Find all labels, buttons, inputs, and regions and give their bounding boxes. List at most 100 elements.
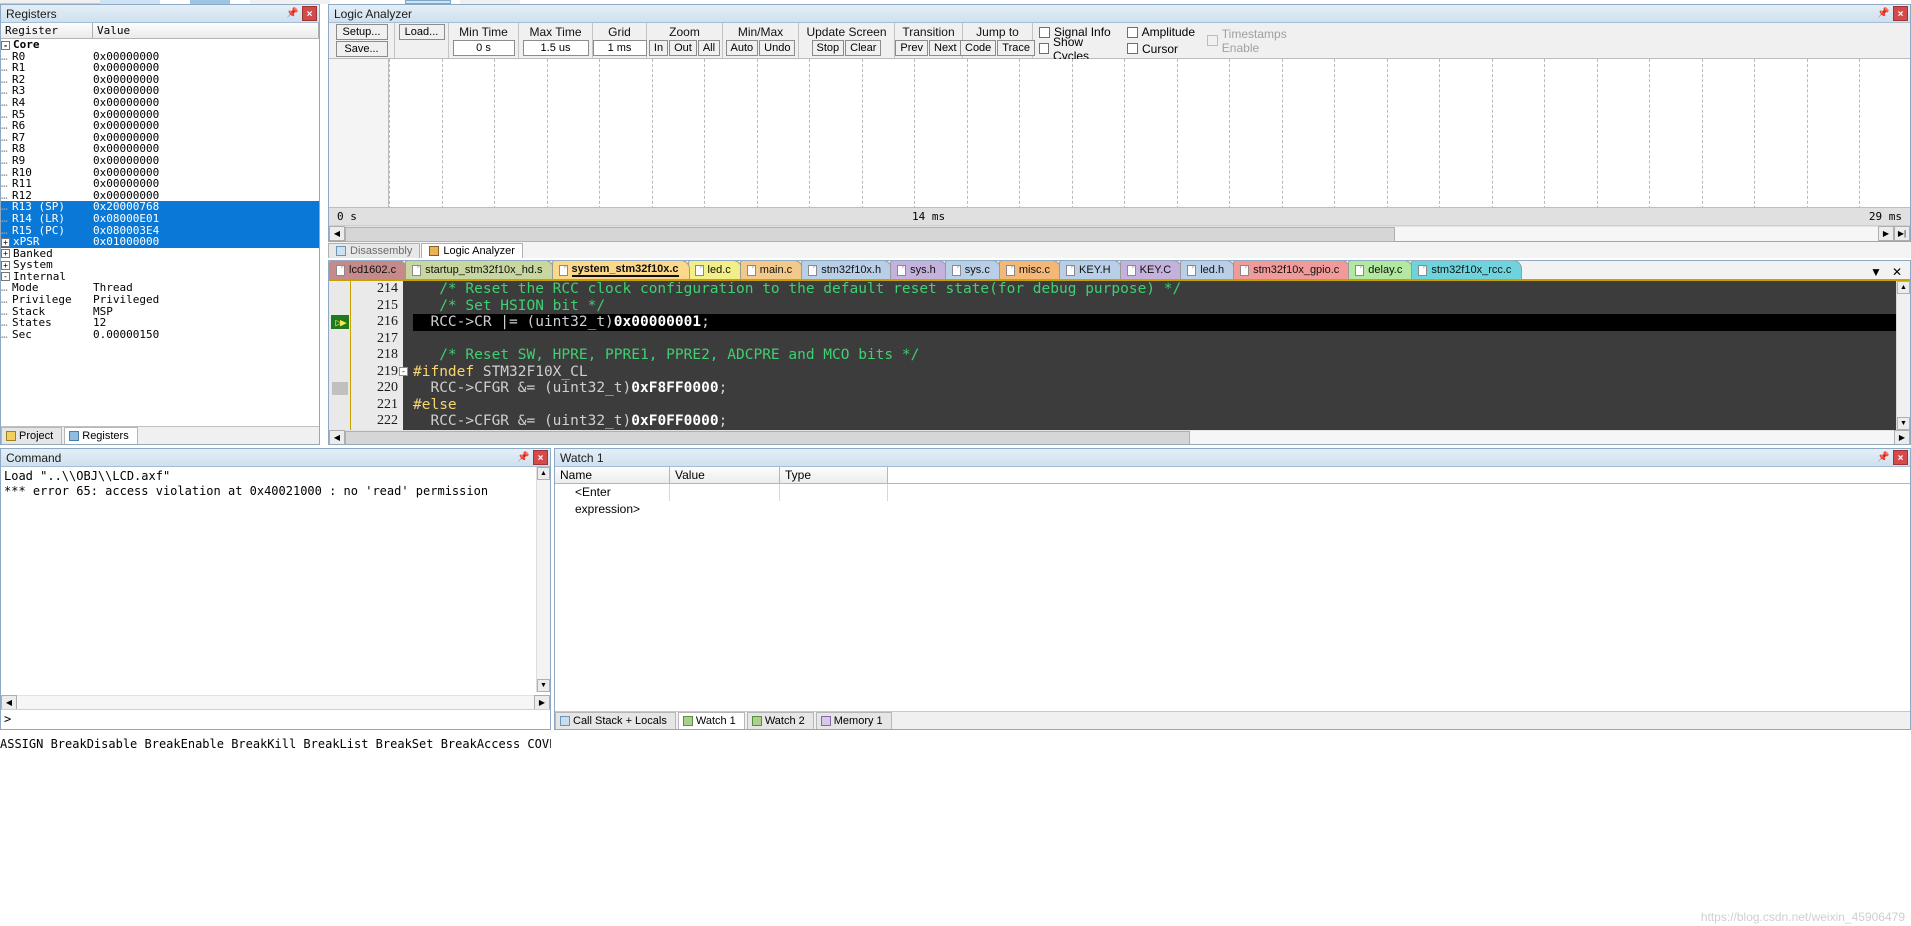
code-line[interactable]: #ifndef STM32F10X_CL — [413, 364, 1910, 381]
register-row[interactable]: … R7 0x00000000 — [1, 131, 319, 144]
register-row[interactable]: - Core — [1, 39, 319, 51]
register-row[interactable]: … R10 0x00000000 — [1, 166, 319, 179]
register-row[interactable]: … R15 (PC) 0x080003E4 — [1, 224, 319, 237]
watch-type-cell[interactable] — [780, 484, 888, 501]
file-tab-misc-c[interactable]: misc.c — [998, 261, 1062, 279]
checkbox-timestamps-enable[interactable]: Timestamps Enable — [1207, 27, 1325, 55]
expand-icon[interactable]: + — [1, 260, 10, 270]
checkbox-amplitude[interactable]: Amplitude — [1127, 25, 1195, 40]
load-button[interactable]: Load... — [398, 24, 445, 40]
command-prompt[interactable]: > — [1, 709, 550, 729]
bottom-tab-registers[interactable]: Registers — [64, 427, 138, 444]
pin-icon[interactable]: 📌 — [1876, 6, 1891, 21]
max-time-value[interactable]: 1.5 us — [522, 40, 589, 56]
bottom-tab-watch-2[interactable]: Watch 2 — [746, 712, 814, 729]
scroll-up-icon[interactable]: ▲ — [1897, 281, 1910, 294]
register-row[interactable]: … R0 0x00000000 — [1, 50, 319, 63]
file-tab-led-h[interactable]: led.h — [1180, 261, 1236, 279]
scroll-left-icon[interactable]: ◀ — [329, 430, 345, 444]
register-value[interactable]: 0.00000150 — [93, 329, 319, 341]
checkbox-show-cycles[interactable]: Show Cycles — [1039, 35, 1115, 63]
register-value[interactable]: 0x01000000 — [93, 236, 319, 248]
register-value[interactable] — [93, 259, 319, 271]
file-tab-system-stm32f10x-c[interactable]: system_stm32f10x.c — [551, 261, 690, 279]
close-icon[interactable]: × — [1893, 6, 1908, 21]
tab-close-icon[interactable]: ✕ — [1892, 265, 1902, 279]
file-tab-main-c[interactable]: main.c — [739, 261, 804, 279]
update-stop-button[interactable]: Stop — [811, 40, 845, 56]
save-button[interactable]: Save... — [335, 41, 388, 57]
register-value[interactable]: Privileged — [93, 294, 319, 306]
register-value[interactable]: 0x00000000 — [93, 155, 319, 167]
grid-value[interactable]: 1 ms — [592, 40, 647, 56]
scroll-track[interactable] — [17, 695, 534, 710]
register-row[interactable]: … R4 0x00000000 — [1, 97, 319, 109]
tab-disassembly[interactable]: Disassembly — [328, 243, 421, 258]
update-clear-button[interactable]: Clear — [845, 40, 882, 56]
watch-value-cell[interactable] — [670, 484, 780, 501]
code-line[interactable]: /* Reset SW, HPRE, PPRE1, PPRE2, ADCPRE … — [413, 347, 1910, 364]
register-value[interactable]: 0x00000000 — [93, 97, 319, 109]
register-row[interactable]: … R2 0x00000000 — [1, 73, 319, 86]
code-line[interactable]: RCC->CFGR &= (uint32_t)0xF0FF0000; — [413, 413, 1910, 430]
command-hscrollbar[interactable]: ◀ ▶ — [1, 695, 550, 710]
zoom-all-button[interactable]: All — [697, 40, 721, 56]
file-tab-stm32f10x-rcc-c[interactable]: stm32f10x_rcc.c — [1411, 261, 1523, 279]
file-tab-led-c[interactable]: led.c — [687, 261, 742, 279]
register-value[interactable] — [93, 39, 319, 51]
pin-icon[interactable]: 📌 — [285, 6, 300, 21]
file-tab-key-h[interactable]: KEY.H — [1059, 261, 1122, 279]
scroll-thumb[interactable] — [345, 431, 1190, 444]
breakpoint-gutter[interactable]: ▷▶ — [329, 281, 351, 444]
code-area[interactable]: ▷▶ 214 215 216 217 218 219-220 221 222 /* Reset… — [329, 281, 1910, 444]
editor-hscrollbar[interactable]: ◀ ▶ — [329, 430, 1910, 444]
expand-icon[interactable]: + — [1, 249, 10, 259]
register-value[interactable] — [93, 248, 319, 260]
tab-logic-analyzer[interactable]: Logic Analyzer — [421, 243, 523, 258]
scroll-right-icon[interactable]: ▶ — [1878, 226, 1894, 241]
scroll-end-icon[interactable]: ▶| — [1894, 226, 1910, 241]
watch-row[interactable]: <Enter expression> — [555, 484, 1910, 516]
pin-icon[interactable]: 📌 — [1876, 450, 1891, 465]
code-line[interactable]: /* Reset the RCC clock configuration to … — [413, 281, 1910, 298]
register-row[interactable]: … Privilege Privileged — [1, 294, 319, 306]
tab-dropdown-icon[interactable]: ▼ — [1870, 265, 1882, 279]
register-value[interactable]: 0x00000000 — [93, 120, 319, 132]
register-value[interactable]: 0x08000E01 — [93, 213, 319, 225]
register-row[interactable]: … R5 0x00000000 — [1, 108, 319, 121]
command-vscrollbar[interactable]: ▲ ▼ — [536, 467, 550, 692]
register-row[interactable]: … R8 0x00000000 — [1, 143, 319, 155]
register-row[interactable]: … Sec 0.00000150 — [1, 329, 319, 341]
expand-icon[interactable]: + — [1, 237, 10, 247]
pin-icon[interactable]: 📌 — [516, 450, 531, 465]
file-tab-sys-c[interactable]: sys.c — [944, 261, 1001, 279]
scroll-left-icon[interactable]: ◀ — [329, 226, 345, 241]
code-line[interactable]: RCC->CFGR &= (uint32_t)0xF8FF0000; — [413, 380, 1910, 397]
scroll-down-icon[interactable]: ▼ — [1897, 417, 1910, 430]
close-icon[interactable]: × — [1893, 450, 1908, 465]
close-icon[interactable]: × — [533, 450, 548, 465]
scroll-right-icon[interactable]: ▶ — [534, 695, 550, 710]
minmax-undo-button[interactable]: Undo — [759, 40, 796, 56]
bottom-tab-memory-1[interactable]: Memory 1 — [815, 712, 892, 729]
waveform-canvas[interactable] — [389, 59, 1910, 209]
file-tab-sys-h[interactable]: sys.h — [890, 261, 947, 279]
watch-expression-cell[interactable]: <Enter expression> — [555, 484, 670, 516]
register-row[interactable]: … R3 0x00000000 — [1, 85, 319, 97]
register-row[interactable]: … R11 0x00000000 — [1, 178, 319, 190]
register-value[interactable]: MSP — [93, 306, 319, 318]
bottom-tab-call-stack-locals[interactable]: Call Stack + Locals — [555, 712, 676, 729]
zoom-in-button[interactable]: In — [648, 40, 669, 56]
register-row[interactable]: … R9 0x00000000 — [1, 155, 319, 167]
code-text[interactable]: /* Reset the RCC clock configuration to … — [403, 281, 1910, 444]
transition-prev-button[interactable]: Prev — [895, 40, 928, 56]
scroll-track[interactable] — [345, 430, 1894, 444]
jump-code-button[interactable]: Code — [960, 40, 997, 56]
jump-trace-button[interactable]: Trace — [997, 40, 1036, 56]
checkbox-cursor[interactable]: Cursor — [1127, 42, 1195, 57]
file-tab-lcd1602-c[interactable]: lcd1602.c — [329, 261, 408, 279]
code-line[interactable] — [413, 331, 1910, 348]
scroll-right-icon[interactable]: ▶ — [1894, 430, 1910, 444]
register-value[interactable]: 0x00000000 — [93, 178, 319, 190]
file-tab-key-c[interactable]: KEY.C — [1119, 261, 1183, 279]
